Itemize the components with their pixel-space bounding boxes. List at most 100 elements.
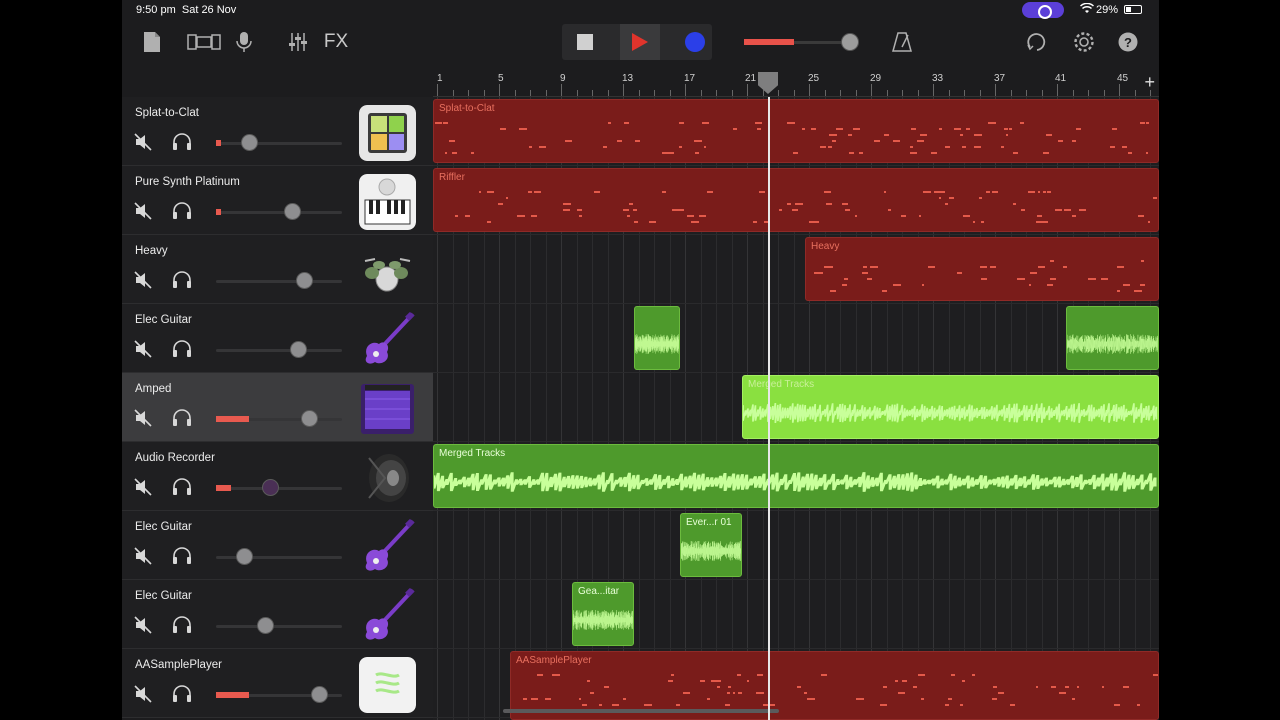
track-header[interactable]: Elec Guitar <box>122 304 433 373</box>
track-header[interactable]: AASamplePlayer <box>122 649 433 718</box>
volume-knob[interactable] <box>257 617 275 634</box>
track-header[interactable]: Amped <box>122 373 433 442</box>
midi-note <box>792 209 799 211</box>
tracks-area[interactable]: Splat-to-Clat Riffler Heavy Merged Track… <box>433 97 1159 720</box>
midi-note <box>888 209 891 211</box>
record-button[interactable] <box>680 20 710 64</box>
headphones-icon[interactable] <box>172 133 192 151</box>
track-header[interactable]: Elec Guitar <box>122 580 433 649</box>
volume-knob[interactable] <box>235 548 253 565</box>
midi-note <box>985 191 990 193</box>
ruler-bar-number: 17 <box>684 73 696 84</box>
settings-button[interactable] <box>1071 20 1097 64</box>
midi-region[interactable]: Splat-to-Clat <box>433 99 1159 163</box>
metronome-button[interactable] <box>890 20 914 64</box>
mute-icon[interactable] <box>134 271 152 289</box>
horizontal-scrollbar[interactable] <box>503 709 779 713</box>
track-lane[interactable] <box>433 304 1159 373</box>
volume-slider[interactable] <box>216 416 342 421</box>
master-volume-slider[interactable] <box>744 39 856 44</box>
volume-knob[interactable] <box>301 410 319 427</box>
track-lane[interactable] <box>433 580 1159 649</box>
amplifier-icon[interactable] <box>359 381 416 437</box>
midi-note <box>874 140 880 142</box>
input-button[interactable] <box>232 20 256 64</box>
mute-icon[interactable] <box>134 478 152 496</box>
midi-note <box>746 680 750 682</box>
sample-player-icon[interactable] <box>359 657 416 713</box>
headphones-icon[interactable] <box>172 616 192 634</box>
volume-slider[interactable] <box>216 140 342 145</box>
playhead[interactable] <box>768 97 770 720</box>
track-header[interactable]: Heavy <box>122 235 433 304</box>
midi-note <box>1013 203 1017 205</box>
keyboard-icon[interactable] <box>359 174 416 230</box>
headphones-icon[interactable] <box>172 478 192 496</box>
volume-slider[interactable] <box>216 209 342 214</box>
electric-guitar-icon[interactable] <box>359 312 416 368</box>
volume-knob[interactable] <box>283 203 301 220</box>
headphones-icon[interactable] <box>172 547 192 565</box>
midi-region[interactable]: Riffler <box>433 168 1159 232</box>
midi-note <box>683 692 690 694</box>
mute-icon[interactable] <box>134 547 152 565</box>
volume-knob[interactable] <box>240 134 258 151</box>
midi-note <box>867 278 873 280</box>
volume-knob[interactable] <box>262 479 280 496</box>
mute-icon[interactable] <box>134 340 152 358</box>
headphones-icon[interactable] <box>172 340 192 358</box>
view-toggle-button[interactable] <box>186 20 222 64</box>
track-lane[interactable] <box>433 511 1159 580</box>
speaker-icon[interactable] <box>359 450 416 506</box>
volume-slider[interactable] <box>216 349 342 352</box>
volume-knob[interactable] <box>311 686 329 703</box>
volume-knob[interactable] <box>289 341 307 358</box>
midi-note <box>552 674 560 676</box>
headphones-icon[interactable] <box>172 202 192 220</box>
track-controls-button[interactable] <box>286 20 310 64</box>
drum-kit-icon[interactable] <box>359 243 416 299</box>
headphones-icon[interactable] <box>172 409 192 427</box>
track-name: Audio Recorder <box>135 452 215 464</box>
mute-icon[interactable] <box>134 616 152 634</box>
audio-region[interactable]: Gea...itar <box>572 582 634 646</box>
track-header[interactable]: Elec Guitar <box>122 511 433 580</box>
mute-icon[interactable] <box>134 685 152 703</box>
loop-browser-button[interactable] <box>1024 20 1050 64</box>
volume-slider[interactable] <box>216 280 342 283</box>
fx-button[interactable]: FX <box>320 20 352 64</box>
timeline-ruler[interactable]: 1 5 9 13 17 21 25 29 33 37 41 45 + <box>433 70 1159 97</box>
mute-icon[interactable] <box>134 409 152 427</box>
drum-pads-icon[interactable] <box>359 105 416 161</box>
track-header[interactable]: Pure Synth Platinum <box>122 166 433 235</box>
volume-slider[interactable] <box>216 556 342 559</box>
headphones-icon[interactable] <box>172 271 192 289</box>
track-header[interactable]: Audio Recorder <box>122 442 433 511</box>
audio-region[interactable] <box>1066 306 1159 370</box>
audio-region[interactable]: Merged Tracks <box>433 444 1159 508</box>
electric-guitar-icon[interactable] <box>359 588 416 644</box>
midi-note <box>1101 278 1109 280</box>
headphones-icon[interactable] <box>172 685 192 703</box>
mute-icon[interactable] <box>134 202 152 220</box>
audio-region[interactable] <box>634 306 680 370</box>
midi-note <box>632 209 638 211</box>
track-header[interactable]: Splat-to-Clat <box>122 97 433 166</box>
ruler-tick <box>1010 90 1012 96</box>
svg-text:?: ? <box>1124 35 1132 50</box>
midi-notes <box>434 187 1158 231</box>
song-browser-button[interactable] <box>140 20 164 64</box>
audio-region[interactable]: Ever...r 01 <box>680 513 742 577</box>
midi-region[interactable]: Heavy <box>805 237 1159 301</box>
play-icon <box>632 33 648 51</box>
volume-slider[interactable] <box>216 625 342 628</box>
master-volume-knob[interactable] <box>841 33 859 51</box>
midi-note <box>1122 686 1130 688</box>
play-button[interactable] <box>620 24 660 60</box>
volume-knob[interactable] <box>296 272 314 289</box>
stop-button[interactable] <box>570 20 600 64</box>
help-button[interactable]: ? <box>1117 20 1139 64</box>
mute-icon[interactable] <box>134 133 152 151</box>
audio-region[interactable]: Merged Tracks <box>742 375 1159 439</box>
electric-guitar-icon[interactable] <box>359 519 416 575</box>
